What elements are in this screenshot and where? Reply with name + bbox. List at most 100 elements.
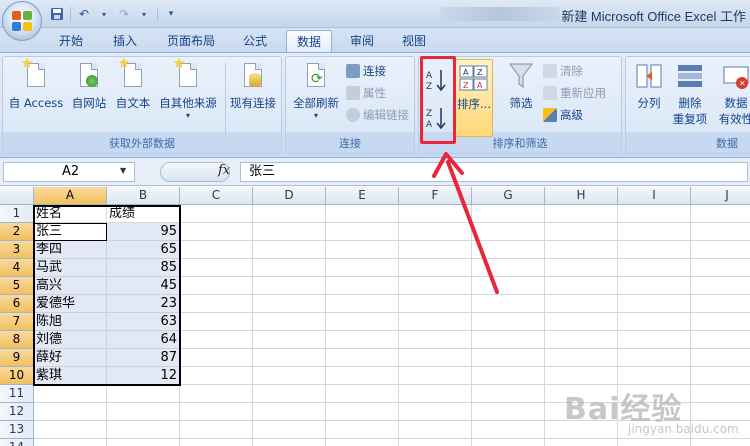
data-validation-icon: ✕ xyxy=(723,61,749,91)
window-title: 新建 Microsoft Office Excel 工作 xyxy=(561,9,746,24)
save-icon[interactable] xyxy=(48,5,66,23)
reapply-icon xyxy=(543,86,557,100)
column-header-f[interactable]: F xyxy=(399,187,472,205)
split-columns-icon xyxy=(636,61,662,91)
other-sources-icon xyxy=(173,57,201,91)
existing-connections-button[interactable]: 现有连接 xyxy=(227,61,279,111)
group-external-data: 自 Access 自网站 自文本 自其他来源 ▾ 现有连接 获取外部数据 xyxy=(2,56,282,154)
tab-data[interactable]: 数据 xyxy=(286,30,332,52)
column-header-e[interactable]: E xyxy=(326,187,399,205)
reapply-button[interactable]: 重新应用 xyxy=(543,83,606,103)
from-web-button[interactable]: 自网站 xyxy=(69,61,109,111)
formula-input[interactable]: 张三 xyxy=(240,162,748,182)
access-icon xyxy=(21,57,49,91)
clear-button[interactable]: 清除 xyxy=(543,61,583,81)
connections-button[interactable]: 连接 xyxy=(346,61,386,81)
connections-small-icon xyxy=(346,64,360,78)
refresh-all-button[interactable]: ⟳ 全部刷新 ▾ xyxy=(290,61,342,120)
tab-formulas[interactable]: 公式 xyxy=(234,30,276,52)
row-header-1[interactable]: 1 xyxy=(0,205,34,223)
office-button[interactable] xyxy=(2,1,42,41)
remove-duplicates-icon xyxy=(677,61,703,91)
row-header-13[interactable]: 13 xyxy=(0,421,34,439)
ribbon: 自 Access 自网站 自文本 自其他来源 ▾ 现有连接 获取外部数据 ⟳ 全… xyxy=(0,52,750,158)
chevron-down-icon: ▾ xyxy=(313,111,318,120)
column-header-j[interactable]: J xyxy=(691,187,750,205)
svg-text:A: A xyxy=(463,68,469,77)
properties-icon xyxy=(346,86,360,100)
row-header-11[interactable]: 11 xyxy=(0,385,34,403)
tab-insert[interactable]: 插入 xyxy=(104,30,146,52)
properties-button[interactable]: 属性 xyxy=(346,83,386,103)
svg-text:A: A xyxy=(477,81,483,90)
excel-window: ↶ ▾ ↷ ▾ ▾ 新建 Microsoft Office Excel 工作 开… xyxy=(0,0,750,446)
chevron-down-icon[interactable]: ▾ xyxy=(135,5,153,23)
from-text-button[interactable]: 自文本 xyxy=(113,57,153,111)
select-all-corner[interactable] xyxy=(0,187,34,205)
column-header-c[interactable]: C xyxy=(180,187,253,205)
web-icon xyxy=(76,61,102,91)
redo-icon[interactable]: ↷ xyxy=(115,5,133,23)
chevron-down-icon[interactable]: ▾ xyxy=(95,5,113,23)
svg-text:✕: ✕ xyxy=(739,79,746,88)
tab-view[interactable]: 视图 xyxy=(394,30,434,52)
row-header-2[interactable]: 2 xyxy=(0,223,34,241)
data-validation-button[interactable]: ✕ 数据 有效性 xyxy=(716,61,750,127)
column-header-h[interactable]: H xyxy=(545,187,618,205)
row-header-5[interactable]: 5 xyxy=(0,277,34,295)
tab-page-layout[interactable]: 页面布局 xyxy=(160,30,222,52)
group-label-data-tools: 数据 xyxy=(716,137,738,150)
column-header-d[interactable]: D xyxy=(253,187,326,205)
advanced-filter-icon xyxy=(543,108,557,122)
undo-icon[interactable]: ↶ xyxy=(75,5,93,23)
name-box[interactable]: A2 xyxy=(3,162,135,182)
group-label-connections: 连接 xyxy=(339,137,361,150)
svg-text:Z: Z xyxy=(477,68,483,77)
ribbon-tabs: 开始 插入 页面布局 公式 数据 审阅 视图 xyxy=(0,28,750,52)
text-file-icon xyxy=(118,57,146,91)
title-bar: ↶ ▾ ↷ ▾ ▾ 新建 Microsoft Office Excel 工作 xyxy=(0,0,750,28)
text-to-columns-button[interactable]: 分列 xyxy=(632,61,666,111)
column-header-g[interactable]: G xyxy=(472,187,545,205)
quick-access-toolbar: ↶ ▾ ↷ ▾ ▾ xyxy=(48,4,180,24)
watermark-site: jingyan.baidu.com xyxy=(628,422,739,436)
filter-icon xyxy=(508,61,534,91)
row-header-10[interactable]: 10 xyxy=(0,367,34,385)
remove-duplicates-button[interactable]: 删除 重复项 xyxy=(670,61,710,127)
data-table-border xyxy=(33,205,181,386)
chevron-down-icon[interactable]: ▼ xyxy=(120,166,126,175)
row-header-14[interactable]: 14 xyxy=(0,439,34,446)
column-header-b[interactable]: B xyxy=(107,187,180,205)
row-header-3[interactable]: 3 xyxy=(0,241,34,259)
row-header-4[interactable]: 4 xyxy=(0,259,34,277)
connections-icon xyxy=(240,61,266,91)
column-header-a[interactable]: A xyxy=(34,187,107,205)
from-access-button[interactable]: 自 Access xyxy=(7,57,65,111)
from-other-sources-button[interactable]: 自其他来源 ▾ xyxy=(155,57,221,120)
svg-text:Z: Z xyxy=(463,81,469,90)
tab-home[interactable]: 开始 xyxy=(50,30,92,52)
filter-button[interactable]: 筛选 xyxy=(503,61,539,111)
sort-dialog-icon: A Z Z A xyxy=(459,64,489,92)
formula-bar: A2 ▼ fx 张三 xyxy=(0,158,750,186)
row-header-8[interactable]: 8 xyxy=(0,331,34,349)
row-header-12[interactable]: 12 xyxy=(0,403,34,421)
column-header-i[interactable]: I xyxy=(618,187,691,205)
baidu-watermark: Bai经验 jingyan.baidu.com xyxy=(556,378,746,442)
advanced-button[interactable]: 高级 xyxy=(543,105,583,125)
edit-links-button[interactable]: 编辑链接 xyxy=(346,105,409,125)
customize-qat-icon[interactable]: ▾ xyxy=(162,5,180,23)
row-header-6[interactable]: 6 xyxy=(0,295,34,313)
clear-filter-icon xyxy=(543,64,557,78)
sort-button[interactable]: A Z Z A 排序... xyxy=(455,59,493,137)
tab-review[interactable]: 审阅 xyxy=(342,30,382,52)
refresh-icon: ⟳ xyxy=(303,61,329,91)
row-header-9[interactable]: 9 xyxy=(0,349,34,367)
highlight-box xyxy=(420,56,456,144)
link-icon xyxy=(346,108,360,122)
row-header-7[interactable]: 7 xyxy=(0,313,34,331)
blurred-title-region xyxy=(440,7,560,21)
chevron-down-icon: ▾ xyxy=(185,111,190,120)
group-label-external-data: 获取外部数据 xyxy=(109,137,175,150)
insert-function-icon[interactable]: fx xyxy=(218,163,230,178)
